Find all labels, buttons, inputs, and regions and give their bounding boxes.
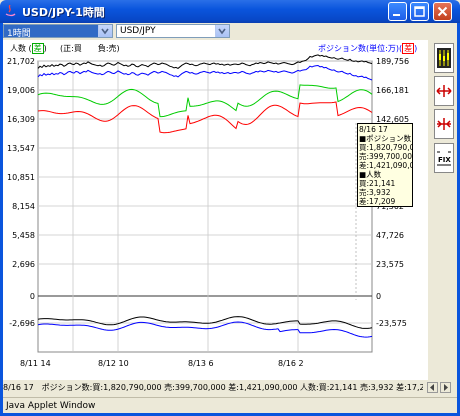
x-tick-label: 8/12 10: [98, 359, 129, 368]
series-black-bottom: [37, 316, 373, 329]
left-tick-label: 0: [30, 292, 35, 301]
series-blue-bottom: [37, 321, 373, 338]
expand-tool-button[interactable]: [434, 76, 454, 106]
left-tick-label: -2,696: [9, 319, 35, 328]
status-line: 8/16 17 ポジション数:買:1,820,790,000 売:399,700…: [3, 383, 423, 392]
expand-horizontal-icon: [436, 85, 452, 97]
chart-lines: [37, 54, 373, 338]
scroll-left-button[interactable]: [427, 382, 438, 393]
tooltip-diff-people: 差:17,209: [359, 197, 396, 206]
data-tooltip: 8/16 17 ■ポジション数 買:1,820,790,000 売:399,70…: [357, 123, 413, 207]
x-tick-label: 8/13 6: [188, 359, 214, 368]
shrink-tool-button[interactable]: [434, 109, 454, 139]
left-tick-label: 8,154: [12, 202, 35, 211]
right-tick-label: 23,575: [376, 260, 404, 269]
series-red: [37, 101, 373, 134]
candlestick-tool-button[interactable]: [434, 43, 454, 73]
candlestick-icon: [437, 48, 451, 68]
left-tick-label: 21,702: [7, 57, 35, 66]
tooltip-buy-people: 買:21,141: [359, 179, 396, 188]
left-tick-label: 16,309: [7, 115, 35, 124]
tooltip-section-people: ■人数: [359, 170, 382, 179]
right-tick-label: 166,181: [376, 86, 409, 95]
right-tick-label: 189,756: [376, 57, 409, 66]
left-tick-label: 10,851: [7, 173, 35, 182]
chevron-right-icon: [444, 384, 448, 391]
series-blue-top: [37, 64, 373, 81]
shrink-horizontal-icon: [437, 118, 451, 130]
right-tick-label: -23,575: [376, 319, 407, 328]
tooltip-sell-people: 売:3,932: [359, 188, 391, 197]
x-axis-labels: 8/11 14 8/12 10 8/13 6 8/16 2: [20, 359, 304, 368]
right-tick-label: 0: [376, 292, 381, 301]
right-tick-label: 47,726: [376, 231, 404, 240]
applet-footer: Java Applet Window: [3, 397, 457, 414]
tooltip-section-position: ■ポジション数: [359, 134, 412, 143]
tooltip-buy-position: 買:1,820,790,000: [359, 143, 412, 152]
tooltip-diff-position: 差:1,421,090,000: [359, 161, 412, 170]
left-tick-label: 2,696: [12, 260, 35, 269]
tooltip-sell-position: 売:399,700,000: [359, 152, 413, 161]
fix-icon: FIX: [437, 151, 451, 166]
fix-tool-button[interactable]: FIX: [434, 143, 454, 173]
x-tick-label: 8/11 14: [20, 359, 51, 368]
chevron-left-icon: [430, 384, 434, 391]
tooltip-time: 8/16 17: [359, 125, 388, 134]
chart-grid: [37, 60, 373, 353]
svg-text:FIX: FIX: [438, 156, 451, 164]
scroll-right-button[interactable]: [440, 382, 451, 393]
left-tick-label: 5,458: [12, 231, 35, 240]
left-tick-label: 13,547: [7, 144, 35, 153]
applet-label: Java Applet Window: [6, 401, 96, 411]
x-tick-label: 8/16 2: [278, 359, 304, 368]
chart-plot[interactable]: 21,702 19,006 16,309 13,547 10,851 8,154 5,458…: [0, 0, 460, 416]
plot-frame: [37, 60, 373, 353]
left-tick-label: 19,006: [7, 86, 35, 95]
